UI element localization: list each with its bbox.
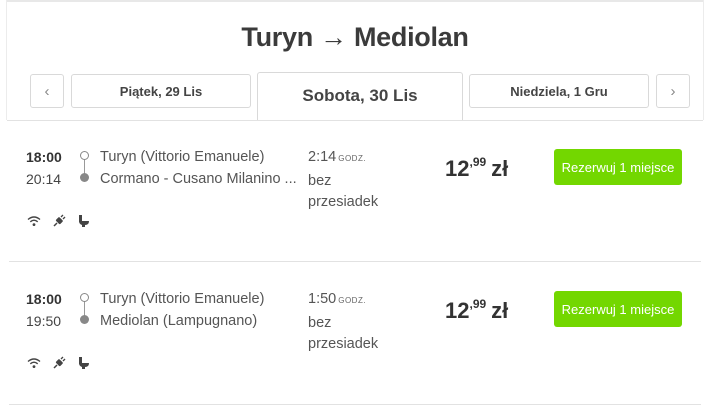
amenities xyxy=(26,213,91,229)
book-button[interactable]: Rezerwuj 1 miejsce xyxy=(554,149,682,185)
arrival-time: 20:14 xyxy=(26,171,62,187)
power-plug-icon xyxy=(51,214,66,228)
wifi-icon xyxy=(26,356,41,370)
departure-dot-icon xyxy=(80,293,89,302)
trip-row: 18:00 19:50 Turyn (Vittorio Emanuele) Me… xyxy=(0,263,710,405)
trip-row: 18:00 20:14 Turyn (Vittorio Emanuele) Co… xyxy=(0,121,710,262)
arrival-station[interactable]: Mediolan (Lampugnano) xyxy=(100,313,257,329)
next-day-button[interactable]: › xyxy=(656,74,690,108)
duration-value: 2:14 xyxy=(308,149,337,165)
arrival-dot-icon xyxy=(80,173,89,182)
transfers-info: bez przesiadek xyxy=(308,173,379,210)
chevron-left-icon: ‹ xyxy=(44,82,50,100)
panel-right-border xyxy=(703,0,704,120)
date-tab-saturday[interactable]: Sobota, 30 Lis xyxy=(257,72,463,121)
departure-dot-icon xyxy=(80,151,89,160)
trip-price: 12,99 zł xyxy=(445,155,508,182)
date-tab-sunday[interactable]: Niedziela, 1 Gru xyxy=(469,74,649,108)
transfers-info: bez przesiadek xyxy=(308,315,379,352)
previous-day-button[interactable]: ‹ xyxy=(30,74,64,108)
trip-duration: 2:14 GODZ. xyxy=(308,149,366,165)
toilet-icon xyxy=(76,214,91,228)
book-button[interactable]: Rezerwuj 1 miejsce xyxy=(554,291,682,327)
duration-unit: GODZ. xyxy=(338,154,367,163)
price-cents: ,99 xyxy=(469,155,487,169)
price-main: 12 xyxy=(445,156,470,181)
departure-station[interactable]: Turyn (Vittorio Emanuele) xyxy=(100,149,264,165)
price-main: 12 xyxy=(445,298,470,323)
price-currency: zł xyxy=(491,156,509,181)
arrival-dot-icon xyxy=(80,315,89,324)
row-divider xyxy=(9,261,701,262)
trip-price: 12,99 zł xyxy=(445,297,508,324)
panel-top-border xyxy=(6,0,704,2)
duration-value: 1:50 xyxy=(308,291,337,307)
departure-time: 18:00 xyxy=(26,291,62,307)
departure-station[interactable]: Turyn (Vittorio Emanuele) xyxy=(100,291,264,307)
price-cents: ,99 xyxy=(469,297,487,311)
wifi-icon xyxy=(26,214,41,228)
arrival-time: 19:50 xyxy=(26,313,62,329)
chevron-right-icon: › xyxy=(670,82,676,100)
date-tab-friday[interactable]: Piątek, 29 Lis xyxy=(71,74,251,108)
row-divider xyxy=(9,404,701,405)
panel-left-border xyxy=(6,0,7,120)
arrival-station[interactable]: Cormano - Cusano Milanino ... xyxy=(100,171,297,187)
toilet-icon xyxy=(76,356,91,370)
price-currency: zł xyxy=(491,298,509,323)
power-plug-icon xyxy=(51,356,66,370)
duration-unit: GODZ. xyxy=(338,296,367,305)
amenities xyxy=(26,355,91,371)
route-title: Turyn → Mediolan xyxy=(241,22,469,52)
trip-duration: 1:50 GODZ. xyxy=(308,291,366,307)
departure-time: 18:00 xyxy=(26,149,62,165)
